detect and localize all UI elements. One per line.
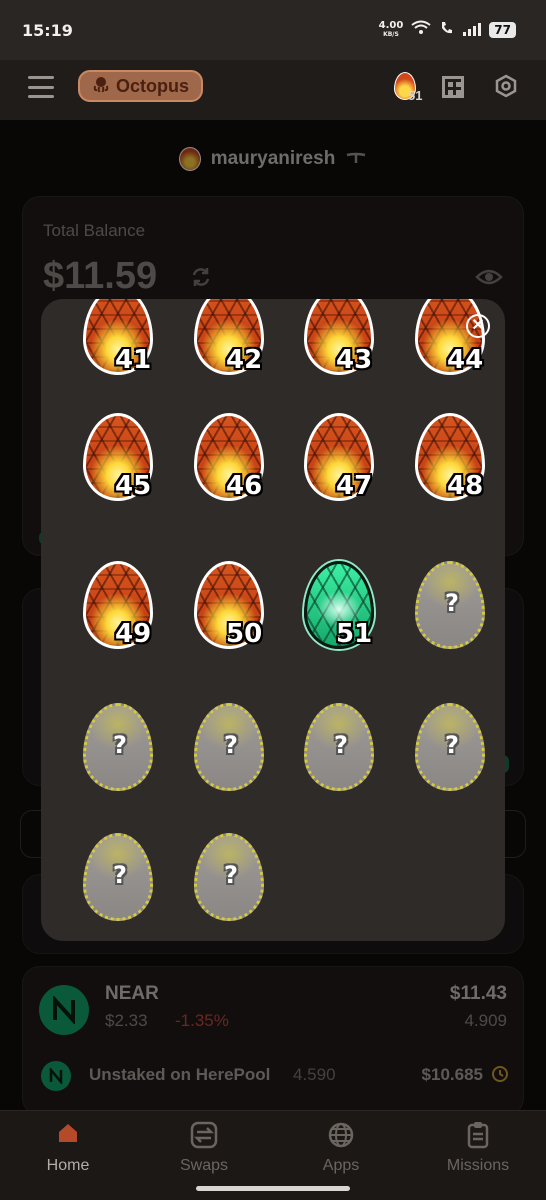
egg-item[interactable]: 50 [182, 553, 278, 673]
battery-indicator: 77 [489, 22, 516, 38]
egg-item[interactable]: ? [71, 825, 167, 941]
egg-item[interactable]: 44 [403, 299, 499, 399]
home-icon [8, 1121, 128, 1153]
network-speed: 4.00 KB/S [378, 20, 404, 39]
egg-item[interactable]: 51 [292, 553, 388, 673]
egg-item[interactable]: ? [182, 825, 278, 941]
egg-number: 43 [336, 345, 373, 375]
egg-number: 49 [115, 619, 152, 649]
phone-icon [439, 20, 455, 40]
nav-home[interactable]: Home [8, 1121, 128, 1175]
egg-item[interactable]: 42 [182, 299, 278, 399]
egg-item[interactable]: 47 [292, 405, 388, 525]
egg-count: 51 [408, 88, 423, 103]
egg-item[interactable]: ? [292, 695, 388, 815]
nav-apps[interactable]: Apps [281, 1121, 401, 1175]
egg-unknown-label: ? [113, 731, 127, 759]
egg-unknown-label: ? [224, 731, 238, 759]
egg-item[interactable]: ? [403, 695, 499, 815]
egg-item[interactable]: 45 [71, 405, 167, 525]
nav-swaps-label: Swaps [179, 1157, 229, 1174]
signal-icon [463, 21, 482, 40]
egg-unknown-label: ? [445, 731, 459, 759]
egg-collection-button[interactable]: 51 [392, 70, 426, 106]
egg-item[interactable]: 43 [292, 299, 388, 399]
egg-number: 48 [447, 471, 484, 501]
nav-missions[interactable]: Missions [418, 1121, 538, 1175]
egg-number: 42 [226, 345, 263, 375]
close-icon[interactable]: ✕ [466, 314, 490, 338]
egg-number: 45 [115, 471, 152, 501]
settings-hex-icon[interactable] [494, 74, 518, 98]
nav-apps-label: Apps [322, 1157, 360, 1174]
status-icons: 4.00 KB/S 77 [379, 20, 516, 40]
egg-number: 50 [226, 619, 263, 649]
nav-home-label: Home [46, 1157, 90, 1174]
egg-unknown-label: ? [334, 731, 348, 759]
egg-item[interactable]: ? [182, 695, 278, 815]
egg-unknown-label: ? [445, 589, 459, 617]
globe-icon [281, 1121, 401, 1153]
nav-swaps[interactable]: Swaps [144, 1121, 264, 1175]
app-bar: Octopus 51 [0, 60, 546, 120]
egg-number: 51 [336, 619, 373, 649]
egg-item[interactable]: 49 [71, 553, 167, 673]
egg-number: 47 [336, 471, 373, 501]
menu-button[interactable] [28, 76, 54, 98]
egg-item[interactable]: 41 [71, 299, 167, 399]
octopus-icon [92, 75, 110, 98]
home-indicator[interactable] [196, 1186, 350, 1191]
egg-collection-modal: 41 42 43 44 45 46 47 48 49 50 51??????? [41, 299, 505, 941]
clipboard-icon [418, 1121, 538, 1153]
status-bar: 15:19 4.00 KB/S 77 [0, 0, 546, 60]
egg-number: 46 [226, 471, 263, 501]
nav-missions-label: Missions [446, 1157, 510, 1174]
status-time: 15:19 [22, 20, 73, 40]
egg-number: 44 [447, 345, 484, 375]
egg-item[interactable]: ? [403, 553, 499, 673]
egg-number: 41 [115, 345, 152, 375]
wifi-icon [411, 20, 431, 40]
qr-code-icon[interactable] [442, 76, 464, 98]
egg-item[interactable]: 46 [182, 405, 278, 525]
swap-icon [144, 1121, 264, 1153]
egg-unknown-label: ? [113, 861, 127, 889]
octopus-brand-button[interactable]: Octopus [78, 70, 204, 102]
egg-unknown-label: ? [224, 861, 238, 889]
egg-item[interactable]: 48 [403, 405, 499, 525]
egg-item[interactable]: ? [71, 695, 167, 815]
